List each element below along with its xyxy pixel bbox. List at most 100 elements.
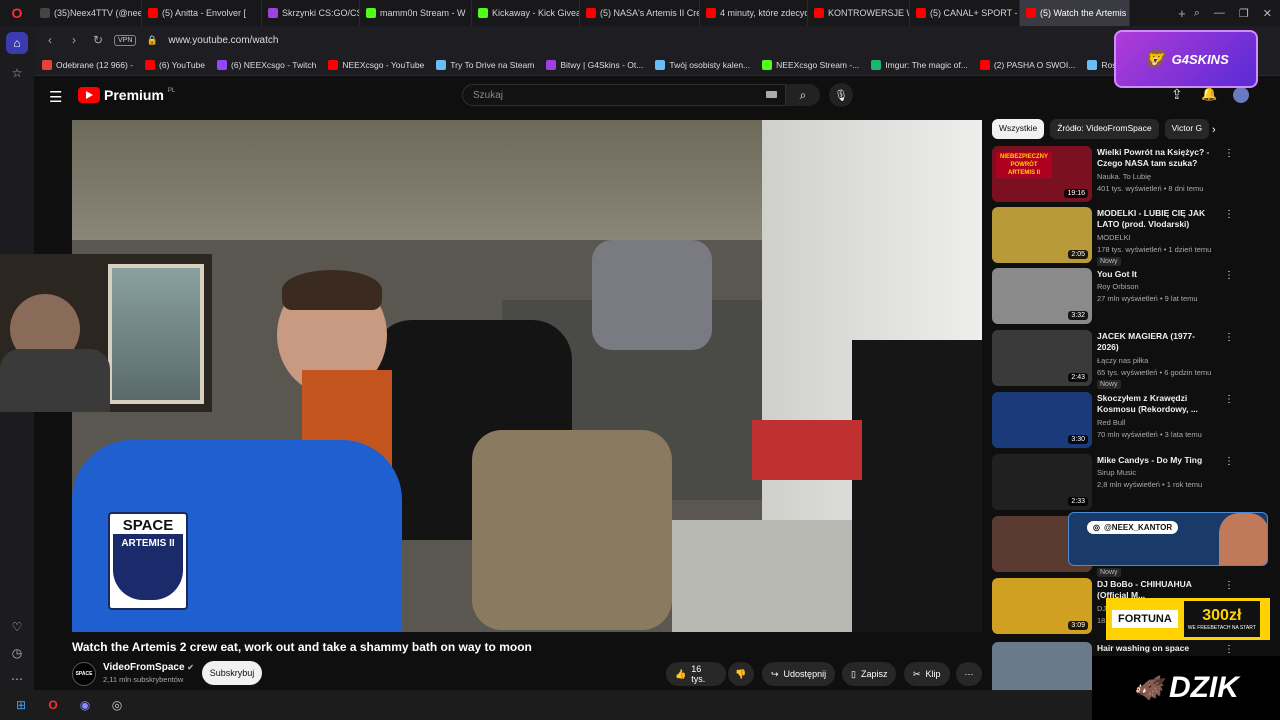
recommendation-title[interactable]: Wielki Powrót na Księżyc? - Czego NASA t… <box>1097 147 1215 169</box>
forward-icon[interactable]: › <box>66 33 82 47</box>
recommendation-title[interactable]: MODELKI - LUBIĘ CIĘ JAK LATO (prod. Vlod… <box>1097 208 1215 230</box>
dislike-button[interactable]: 👎 <box>728 662 754 686</box>
minimize-icon[interactable]: — <box>1214 7 1225 20</box>
new-tab-button[interactable]: + <box>1170 6 1194 21</box>
voice-search-button[interactable]: 🎙 <box>829 83 853 107</box>
windows-start-icon[interactable]: ⊞ <box>12 696 30 714</box>
bookmark-item[interactable]: NEEXcsgo - YouTube <box>328 59 424 70</box>
recommendation-menu-icon[interactable]: ⋮ <box>1224 148 1234 159</box>
filter-chip[interactable]: Wszystkie <box>992 119 1045 139</box>
subscribe-button[interactable]: Subskrybuj <box>202 661 262 685</box>
upload-icon[interactable]: ⇪ <box>1171 86 1183 103</box>
instagram-handle: @NEEX_KANTOR <box>1103 523 1173 532</box>
recommendation-item[interactable]: 2:05 MODELKI - LUBIĘ CIĘ JAK LATO (prod. … <box>992 207 1234 266</box>
filter-chip[interactable]: Źródło: VideoFromSpace <box>1050 119 1159 139</box>
tab-label: Skrzynki CS:GO/CS2 | G4 <box>282 8 359 18</box>
recommendation-channel[interactable]: Red Bull <box>1097 418 1125 427</box>
more-actions-button[interactable]: ⋯ <box>956 662 982 686</box>
recommendation-menu-icon[interactable]: ⋮ <box>1224 209 1234 220</box>
more-icon[interactable]: ⋯ <box>0 666 34 692</box>
recommendation-item[interactable]: NIEBEZPIECZNY POWRÓT ARTEMIS II 19:16 Wiel… <box>992 146 1234 204</box>
url-field[interactable]: www.youtube.com/watch <box>168 35 278 46</box>
vpn-badge[interactable]: VPN <box>114 34 137 46</box>
search-input[interactable]: Szukaj <box>462 84 786 106</box>
recommendation-item[interactable]: 2:43 JACEK MAGIERA (1977-2026) Łączy nas p… <box>992 330 1234 389</box>
history-icon[interactable]: ◷ <box>0 640 34 666</box>
recommendation-thumbnail[interactable]: 3:32 <box>992 268 1092 324</box>
bookmark-item[interactable]: Imgur: The magic of... <box>871 59 968 70</box>
bookmark-item[interactable]: (6) YouTube <box>145 59 205 70</box>
obs-icon[interactable]: ◎ <box>108 696 126 714</box>
home-icon[interactable]: ⌂ <box>6 32 28 54</box>
tab-7[interactable]: 4 minuty, które zdecydu <box>700 0 808 26</box>
chevron-right-icon[interactable]: › <box>1212 124 1216 136</box>
bookmark-star-icon[interactable]: ☆ <box>0 60 34 86</box>
recommendation-thumbnail[interactable]: 3:30 <box>992 392 1092 448</box>
discord-icon[interactable]: ◉ <box>76 696 94 714</box>
youtube-logo[interactable]: Premium PL <box>78 87 175 103</box>
recommendation-title[interactable]: Mike Candys - Do My Ting <box>1097 455 1215 466</box>
keyboard-icon[interactable] <box>766 91 777 98</box>
bookmark-item[interactable]: Try To Drive na Steam <box>436 59 534 70</box>
recommendation-menu-icon[interactable]: ⋮ <box>1224 270 1234 281</box>
recommendation-item[interactable]: 2:33 Mike Candys - Do My Ting Sirup Music 2… <box>992 454 1234 512</box>
recommendation-title[interactable]: You Got It <box>1097 269 1215 280</box>
filter-chip[interactable]: Victor G <box>1164 119 1210 139</box>
fortuna-subtitle: WE FREEBETACH NA START <box>1187 625 1256 631</box>
recommendation-menu-icon[interactable]: ⋮ <box>1224 644 1234 655</box>
recommendation-thumbnail[interactable]: NIEBEZPIECZNY POWRÓT ARTEMIS II 19:16 <box>992 146 1092 202</box>
recommendation-menu-icon[interactable]: ⋮ <box>1224 456 1234 467</box>
tab-2[interactable]: (5) Anitta - Envolver [ <box>142 0 262 26</box>
save-button[interactable]: ▯ Zapisz <box>842 662 897 686</box>
avatar[interactable] <box>1233 87 1249 103</box>
channel-name[interactable]: VideoFromSpace ✔ <box>103 662 194 673</box>
search-tabs-icon[interactable]: ⌕ <box>1194 7 1200 20</box>
close-window-icon[interactable]: ✕ <box>1263 7 1272 20</box>
share-button[interactable]: ↪ Udostępnij <box>762 662 836 686</box>
recommendation-title[interactable]: Skoczyłem z Krawędzi Kosmosu (Rekordowy,… <box>1097 393 1215 415</box>
tab-3[interactable]: Skrzynki CS:GO/CS2 | G4 <box>262 0 360 26</box>
clip-button[interactable]: ✂ Klip <box>904 662 950 686</box>
back-icon[interactable]: ‹ <box>42 33 58 47</box>
reload-icon[interactable]: ↻ <box>90 33 106 47</box>
channel-avatar[interactable]: SPACE <box>72 662 96 686</box>
bookmark-item[interactable]: (6) NEEXcsgo - Twitch <box>217 59 316 70</box>
recommendation-channel[interactable]: Nauka. To Lubię <box>1097 172 1151 181</box>
recommendation-channel[interactable]: Łączy nas piłka <box>1097 356 1148 365</box>
tab-5[interactable]: Kickaway - Kick Giveaway <box>472 0 580 26</box>
tab-6[interactable]: (5) NASA's Artemis II Cre <box>580 0 700 26</box>
recommendation-menu-icon[interactable]: ⋮ <box>1224 580 1234 591</box>
tab-1[interactable]: (35)Neex4TTV (@neex4t <box>34 0 142 26</box>
bookmark-item[interactable]: Bitwy | G4Skins - Ot... <box>546 59 643 70</box>
recommendation-channel[interactable]: Roy Orbison <box>1097 282 1139 291</box>
recommendation-channel[interactable]: DJ <box>1097 604 1106 613</box>
bookmark-item[interactable]: Twój osobisty kalen... <box>655 59 750 70</box>
recommendation-thumbnail[interactable]: 2:33 <box>992 454 1092 510</box>
bookmark-item[interactable]: (2) PASHA O SWOI... <box>979 59 1075 70</box>
heart-icon[interactable]: ♡ <box>0 614 34 640</box>
opera-logo-icon[interactable]: O <box>0 0 34 26</box>
recommendation-thumbnail[interactable]: 2:05 <box>992 207 1092 263</box>
tab-9[interactable]: (5) CANAL+ SPORT - You <box>910 0 1020 26</box>
recommendation-menu-icon[interactable]: ⋮ <box>1224 394 1234 405</box>
maximize-icon[interactable]: ❐ <box>1239 7 1249 20</box>
bookmark-item[interactable]: Odebrane (12 966) - <box>42 59 133 70</box>
bookmark-item[interactable]: NEEXcsgo Stream -... <box>762 59 859 70</box>
recommendation-title[interactable]: JACEK MAGIERA (1977-2026) <box>1097 331 1215 353</box>
hamburger-menu-icon[interactable]: ☰ <box>49 88 62 106</box>
like-button[interactable]: 👍 16 tys. <box>666 662 726 686</box>
tab-4[interactable]: mamm0n Stream - W <box>360 0 472 26</box>
notifications-bell-icon[interactable]: 🔔 <box>1201 86 1217 102</box>
video-title: Watch the Artemis 2 crew eat, work out a… <box>72 640 532 654</box>
recommendation-item[interactable]: 3:30 Skoczyłem z Krawędzi Kosmosu (Rekord… <box>992 392 1234 450</box>
recommendation-menu-icon[interactable]: ⋮ <box>1224 332 1234 343</box>
opera-taskbar-icon[interactable]: O <box>44 696 62 714</box>
recommendation-channel[interactable]: MODELKI <box>1097 233 1131 242</box>
recommendation-channel[interactable]: Sirup Music <box>1097 468 1136 477</box>
recommendation-item[interactable]: 3:32 You Got It Roy Orbison 27 mln wyświetl… <box>992 268 1234 326</box>
recommendation-thumbnail[interactable]: 3:09 <box>992 578 1092 634</box>
tab-8[interactable]: KONTROWERSJE W KON <box>808 0 910 26</box>
search-button[interactable]: ⌕ <box>786 84 820 106</box>
recommendation-thumbnail[interactable]: 2:43 <box>992 330 1092 386</box>
tab-10[interactable]: (5) Watch the Artemis <box>1020 0 1130 26</box>
